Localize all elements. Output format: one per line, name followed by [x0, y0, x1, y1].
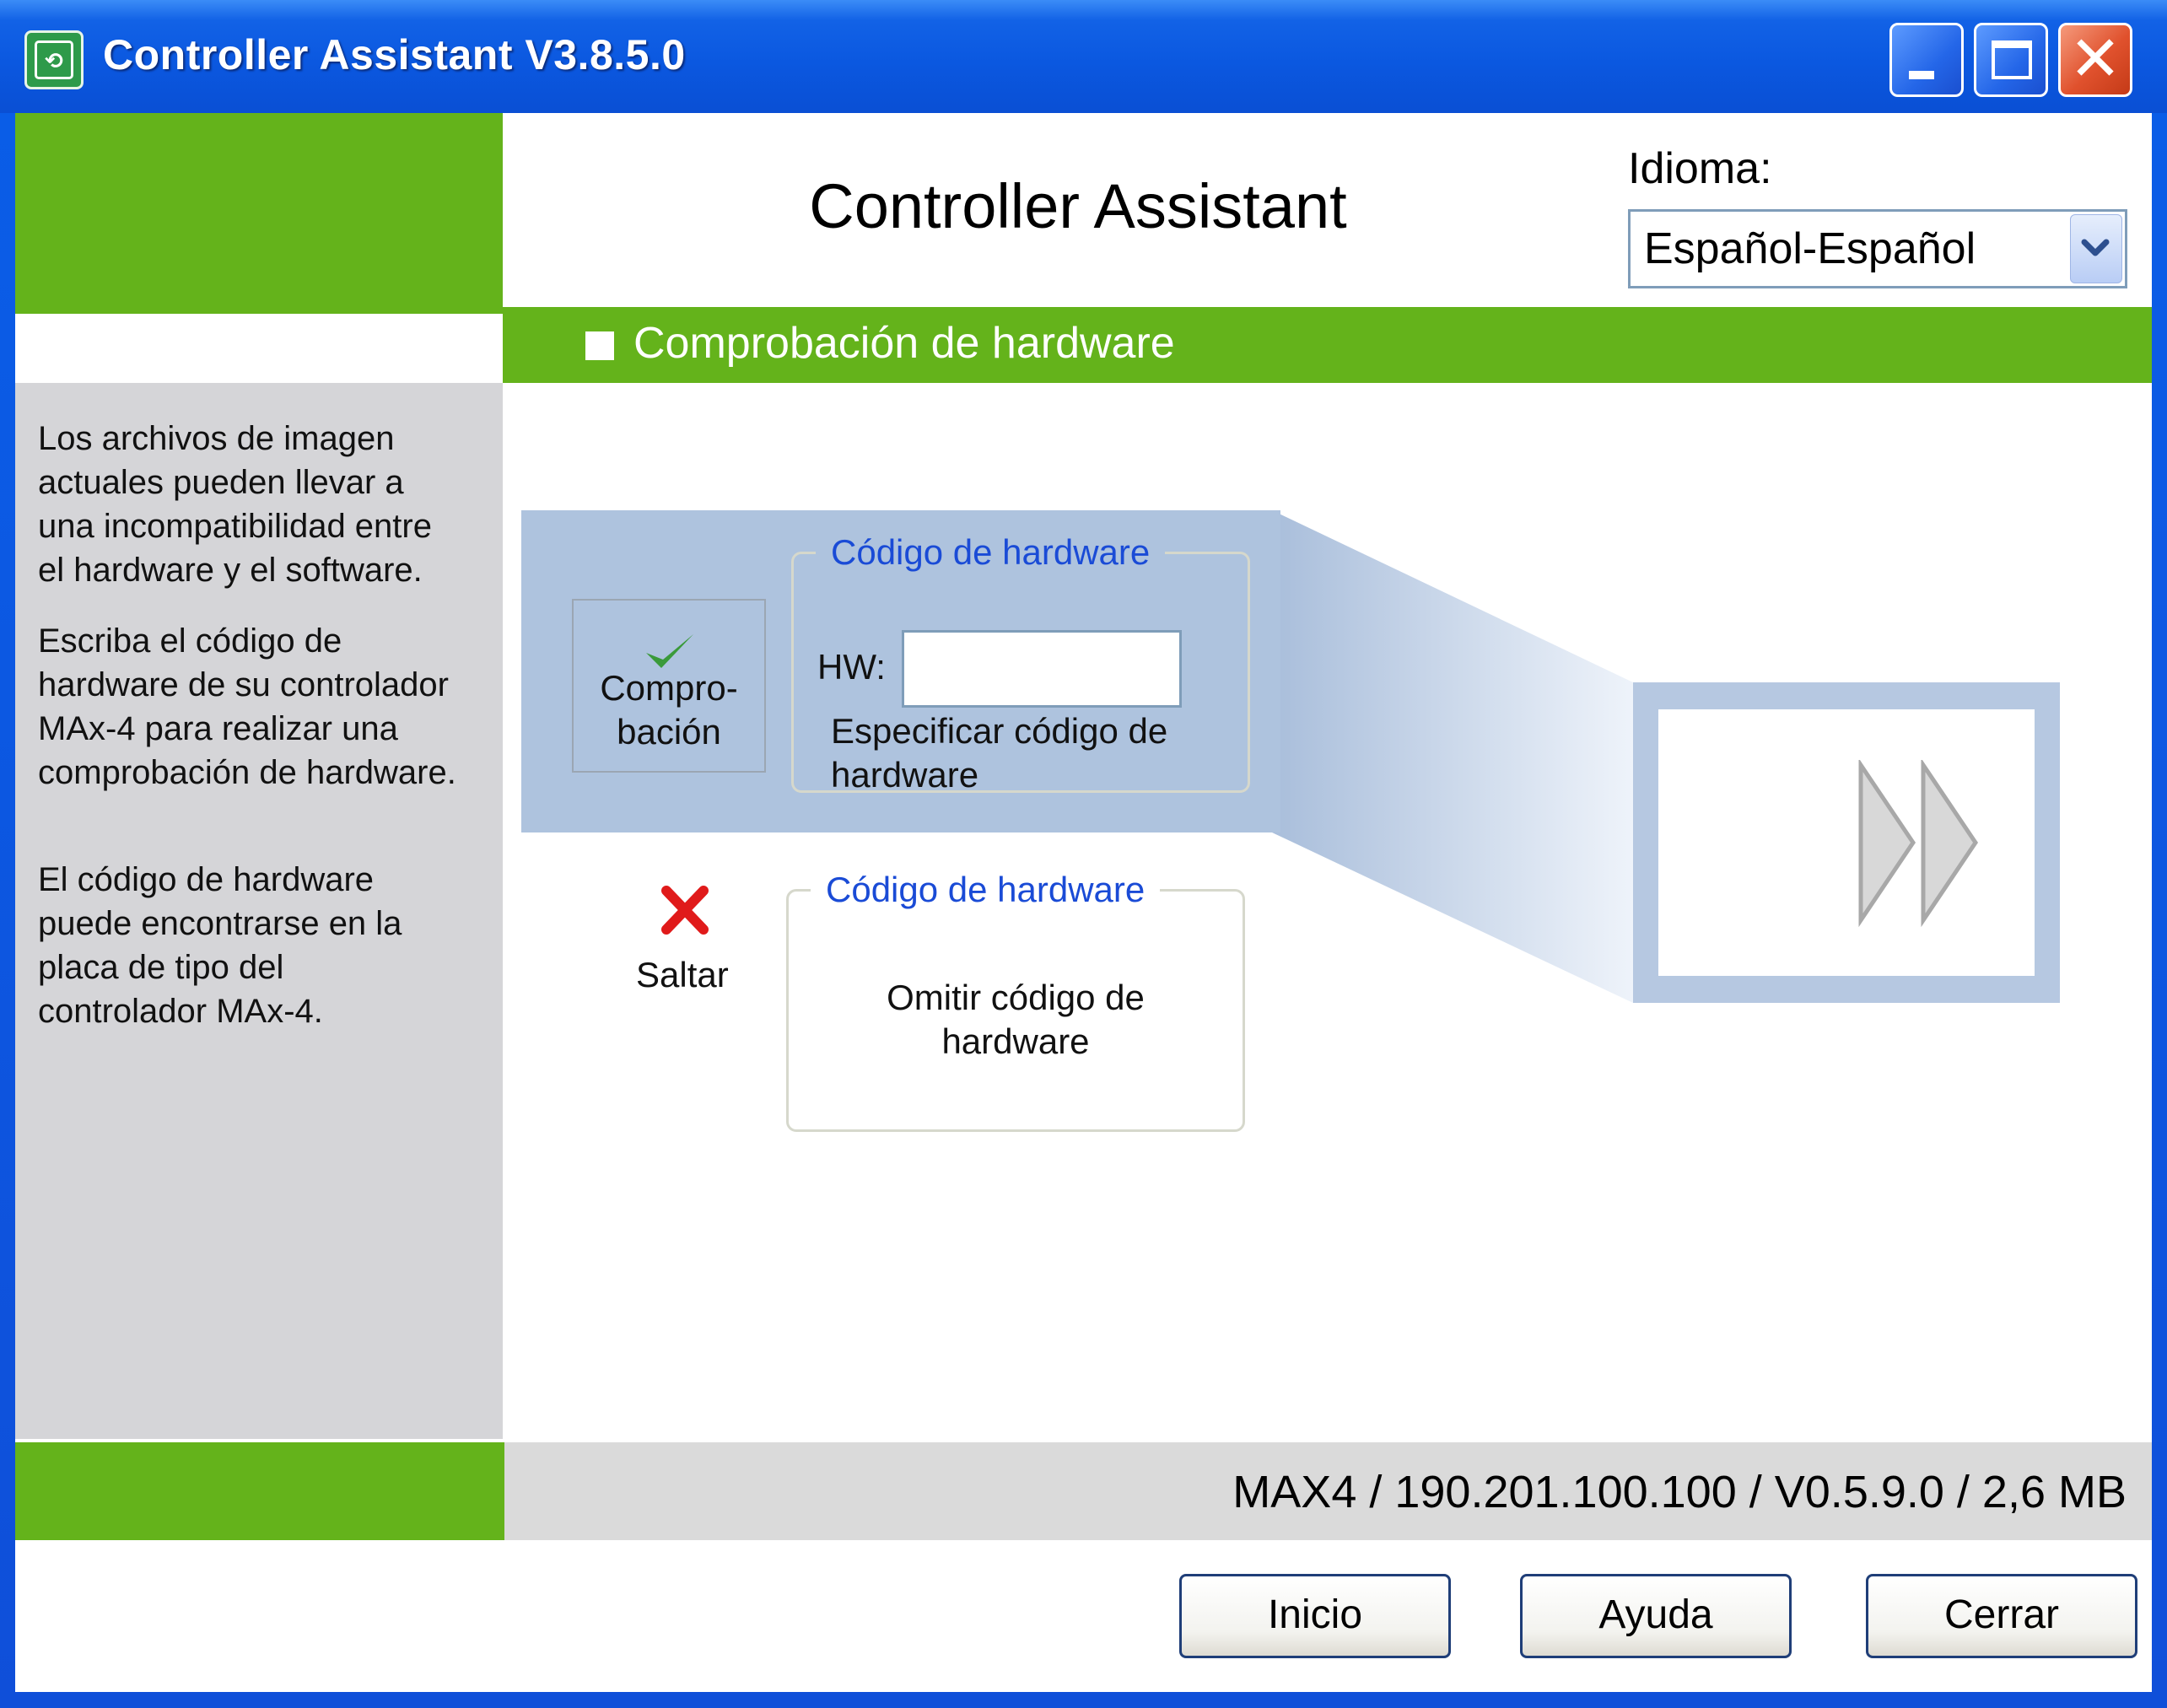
fast-forward-icon [1858, 760, 1979, 927]
close-icon [661, 886, 709, 935]
skip-button[interactable]: Saltar [606, 872, 791, 994]
hw-label: HW: [817, 647, 886, 687]
close-icon: ✕ [2068, 24, 2121, 94]
client-area: Controller Assistant Idioma: Español-Esp… [15, 113, 2152, 1692]
maximize-icon [1992, 40, 2032, 79]
status-brand-block [15, 1442, 504, 1540]
close-button[interactable]: Cerrar [1866, 1574, 2137, 1658]
help-button[interactable]: Ayuda [1520, 1574, 1792, 1658]
check-button-label-2: bación [617, 712, 721, 752]
title-bar[interactable]: ⟲ Controller Assistant V3.8.5.0 ✕ [0, 0, 2167, 113]
skip-hardware-code-group: Código de hardware Omitir código de hard… [786, 870, 1245, 1132]
minimize-button[interactable] [1889, 23, 1964, 97]
status-bar: MAX4 / 190.201.100.100 / V0.5.9.0 / 2,6 … [504, 1442, 2152, 1540]
start-button[interactable]: Inicio [1179, 1574, 1451, 1658]
skip-code-description: Omitir código de hardware [887, 978, 1145, 1061]
check-hardware-button[interactable]: Compro- bación [572, 599, 766, 773]
close-window-button[interactable]: ✕ [2058, 23, 2132, 97]
hardware-code-group: Código de hardware HW: Especificar códig… [791, 532, 1250, 795]
app-window: ⟲ Controller Assistant V3.8.5.0 ✕ Contro… [0, 0, 2167, 1708]
controller-app-icon[interactable]: ⟲ [24, 30, 84, 89]
skip-label: Saltar [636, 955, 729, 994]
skip-code-legend: Código de hardware [811, 870, 1161, 910]
window-title: Controller Assistant V3.8.5.0 [103, 31, 686, 78]
minimize-icon [1909, 71, 1934, 79]
continue-panel[interactable] [1633, 682, 2060, 1003]
hw-code-input[interactable] [902, 630, 1182, 708]
status-text: MAX4 / 190.201.100.100 / V0.5.9.0 / 2,6 … [1232, 1467, 2127, 1517]
specify-code-description: Especificar código de hardware [831, 711, 1168, 795]
hardware-code-legend: Código de hardware [816, 532, 1166, 573]
check-button-label-1: Compro- [600, 668, 738, 708]
maximize-button[interactable] [1974, 23, 2048, 97]
